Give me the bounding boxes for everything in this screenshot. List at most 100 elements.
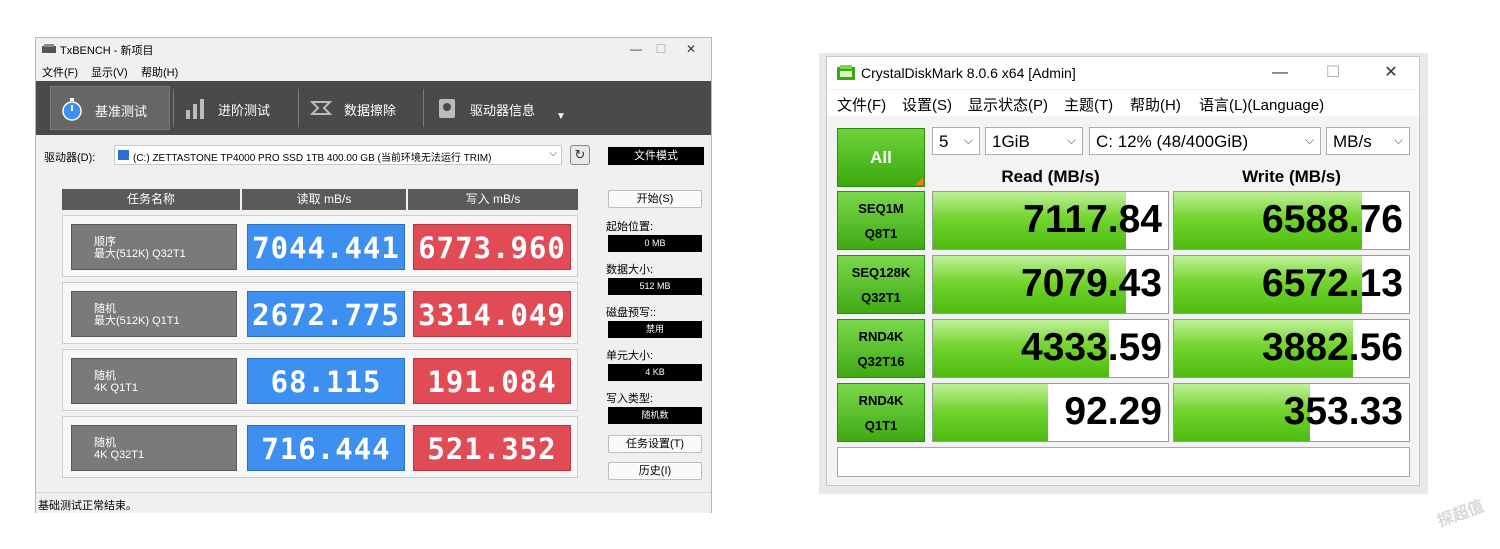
file-mode-button[interactable]: 文件模式 xyxy=(608,147,704,165)
drive-icon xyxy=(439,99,455,118)
read-result-cell: 7117.84 xyxy=(932,191,1169,250)
write-header: Write (MB/s) xyxy=(1242,167,1341,186)
read-result-cell: 92.29 xyxy=(932,383,1169,442)
write-value: 521.352 xyxy=(413,425,571,471)
write-value: 191.084 xyxy=(413,358,571,404)
test-params: Q32T16 xyxy=(857,354,905,369)
status-text: 基础测试正常结束。 xyxy=(38,500,137,512)
all-button[interactable]: All xyxy=(837,128,925,187)
test-button[interactable]: RND4K Q32T16 xyxy=(837,319,925,378)
test-button[interactable]: SEQ1M Q8T1 xyxy=(837,191,925,250)
maximize-button[interactable]: ☐ xyxy=(646,40,676,58)
task-type: 顺序 xyxy=(94,236,116,248)
task-button[interactable]: 顺序 最大(512K) Q32T1 xyxy=(71,224,237,270)
unit-size-label: 单元大小: xyxy=(606,350,654,362)
read-value: 7044.441 xyxy=(247,224,405,270)
window-title: CrystalDiskMark 8.0.6 x64 [Admin] xyxy=(861,65,1076,81)
chevron-down-icon: ⌵ xyxy=(963,133,973,147)
tab-benchmark[interactable]: 基准测试 xyxy=(50,86,170,130)
write-result-cell: 3882.56 xyxy=(1173,319,1410,378)
task-settings-button[interactable]: 任务设置(T) xyxy=(608,435,702,453)
stopwatch-icon xyxy=(62,98,82,121)
read-value: 4333.59 xyxy=(1021,326,1162,369)
start-button[interactable]: 开始(S) xyxy=(608,190,702,208)
task-params: 4K Q32T1 xyxy=(94,449,145,461)
test-name: SEQ1M xyxy=(858,201,904,216)
menu-bar: 文件(F) 显示(V) 帮助(H) xyxy=(36,61,711,80)
count-select[interactable]: 5 ⌵ xyxy=(932,127,980,155)
menu-view[interactable]: 显示状态(P) xyxy=(968,94,1048,115)
write-result-cell: 6588.76 xyxy=(1173,191,1410,250)
task-params: 最大(512K) Q32T1 xyxy=(94,248,186,260)
unit-size-value[interactable]: 4 KB xyxy=(608,364,702,381)
tab-label: 驱动器信息 xyxy=(470,103,536,118)
tab-erase[interactable]: 数据擦除 xyxy=(300,86,420,130)
unit-value: MB/s xyxy=(1333,132,1372,151)
dropdown-arrow-icon[interactable]: ▼ xyxy=(556,111,566,122)
write-result-cell: 353.33 xyxy=(1173,383,1410,442)
read-value: 92.29 xyxy=(1064,390,1162,433)
read-result-cell: 7079.43 xyxy=(932,255,1169,314)
unit-select[interactable]: MB/s ⌵ xyxy=(1326,127,1410,155)
menu-language[interactable]: 语言(L)(Language) xyxy=(1199,94,1324,115)
comment-field[interactable] xyxy=(837,447,1410,477)
menu-theme[interactable]: 主题(T) xyxy=(1064,94,1113,115)
result-row: 随机 4K Q32T1 716.444 521.352 xyxy=(62,416,578,478)
task-button[interactable]: 随机 最大(512K) Q1T1 xyxy=(71,291,237,337)
write-value: 6588.76 xyxy=(1262,198,1403,241)
header-read: 读取 mB/s xyxy=(242,189,406,210)
start-position-label: 起始位置: xyxy=(606,221,654,233)
task-button[interactable]: 随机 4K Q1T1 xyxy=(71,358,237,404)
corner-marker xyxy=(915,177,923,185)
task-type: 随机 xyxy=(94,437,116,449)
prewrite-label: 磁盘预写:: xyxy=(606,307,657,319)
tab-advanced[interactable]: 进阶测试 xyxy=(174,86,294,130)
drive-select[interactable]: (C:) ZETTASTONE TP4000 PRO SSD 1TB 400.0… xyxy=(114,145,562,165)
write-value: 3882.56 xyxy=(1262,326,1403,369)
write-type-value[interactable]: 随机数 xyxy=(608,407,702,424)
tab-divider xyxy=(423,89,424,127)
drive-icon xyxy=(118,150,129,160)
test-button[interactable]: RND4K Q1T1 xyxy=(837,383,925,442)
maximize-button[interactable]: ☐ xyxy=(1313,63,1353,83)
drive-value: C: 12% (48/400GiB) xyxy=(1096,132,1249,151)
task-button[interactable]: 随机 4K Q32T1 xyxy=(71,425,237,471)
chevron-down-icon: ⌵ xyxy=(1393,133,1403,147)
tab-label: 基准测试 xyxy=(95,104,148,119)
chevron-down-icon: ⌵ xyxy=(549,148,557,159)
test-name: RND4K xyxy=(858,393,904,408)
menu-help[interactable]: 帮助(H) xyxy=(1130,94,1181,115)
start-position-value[interactable]: 0 MB xyxy=(608,235,702,252)
crystaldiskmark-window: CrystalDiskMark 8.0.6 x64 [Admin] — ☐ ✕ … xyxy=(826,56,1420,486)
data-size-value[interactable]: 512 MB xyxy=(608,278,702,295)
tab-label: 进阶测试 xyxy=(218,103,271,118)
task-type: 随机 xyxy=(94,370,116,382)
test-params: Q1T1 xyxy=(864,418,898,433)
read-header: Read (MB/s) xyxy=(1001,167,1100,186)
task-params: 4K Q1T1 xyxy=(94,382,139,394)
result-row: 随机 最大(512K) Q1T1 2672.775 3314.049 xyxy=(62,282,578,344)
test-button[interactable]: SEQ128K Q32T1 xyxy=(837,255,925,314)
minimize-button[interactable]: — xyxy=(1260,63,1300,83)
read-value: 7117.84 xyxy=(1023,198,1162,241)
menu-help[interactable]: 帮助(H) xyxy=(141,64,178,80)
size-select[interactable]: 1GiB ⌵ xyxy=(985,127,1083,155)
close-button[interactable]: ✕ xyxy=(1371,63,1411,83)
prewrite-value[interactable]: 禁用 xyxy=(608,321,702,338)
tab-drive-info[interactable]: 驱动器信息 xyxy=(426,86,550,130)
drive-label: 驱动器(D): xyxy=(44,152,96,164)
menu-file[interactable]: 文件(F) xyxy=(837,94,886,115)
history-button[interactable]: 历史(I) xyxy=(608,462,702,480)
menu-view[interactable]: 显示(V) xyxy=(91,64,128,80)
watermark: 探超值 xyxy=(1435,498,1487,531)
tab-label: 数据擦除 xyxy=(344,103,397,118)
drive-value: (C:) ZETTASTONE TP4000 PRO SSD 1TB 400.0… xyxy=(133,153,492,164)
menu-file[interactable]: 文件(F) xyxy=(42,64,78,80)
refresh-button[interactable]: ↻ xyxy=(570,145,590,165)
test-params: Q8T1 xyxy=(864,226,898,241)
close-button[interactable]: ✕ xyxy=(676,40,706,58)
data-size-label: 数据大小: xyxy=(606,264,654,276)
menu-settings[interactable]: 设置(S) xyxy=(902,94,952,115)
result-row: 随机 4K Q1T1 68.115 191.084 xyxy=(62,349,578,411)
drive-select[interactable]: C: 12% (48/400GiB) ⌵ xyxy=(1089,127,1321,155)
